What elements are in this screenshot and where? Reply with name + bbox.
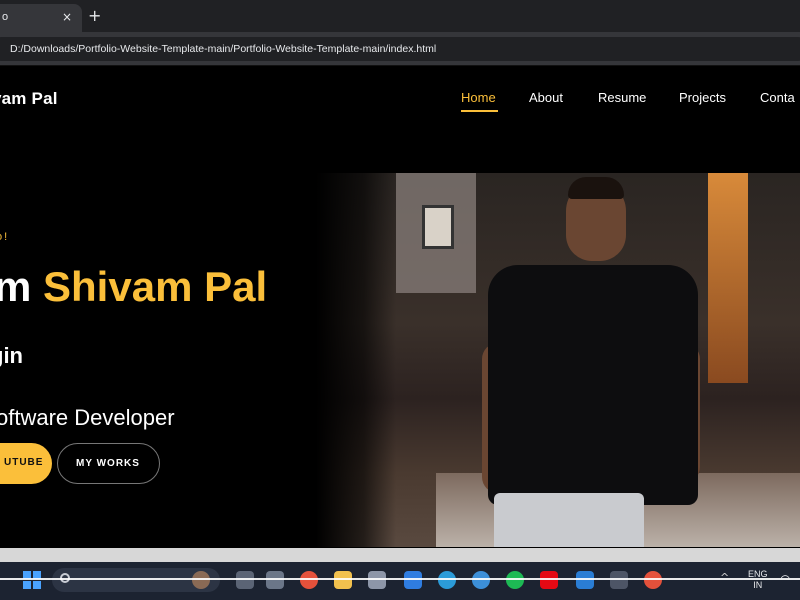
- youtube-button[interactable]: UTUBE: [0, 443, 52, 484]
- file-explorer-icon[interactable]: [334, 571, 352, 589]
- hero-name-prefix: m: [0, 263, 32, 310]
- nav-resume[interactable]: Resume: [598, 90, 646, 105]
- region-code: IN: [753, 580, 763, 590]
- photo-person-hair: [568, 177, 624, 199]
- hero-subtitle-1: gin: [0, 343, 23, 368]
- widgets-icon[interactable]: [266, 571, 284, 589]
- browser-toolbar: D:/Downloads/Portfolio-Website-Template-…: [0, 32, 800, 66]
- outlook-icon[interactable]: [404, 571, 422, 589]
- tab-title: o: [2, 11, 9, 23]
- hero-name-main: Shivam Pal: [43, 263, 268, 310]
- nav-contact[interactable]: Conta: [760, 90, 795, 105]
- close-icon[interactable]: ×: [62, 10, 72, 24]
- chevron-up-icon[interactable]: ^: [720, 571, 729, 584]
- address-bar[interactable]: D:/Downloads/Portfolio-Website-Template-…: [0, 37, 800, 61]
- my-works-button-label: MY WORKS: [76, 458, 140, 469]
- photo-window-light: [708, 173, 748, 383]
- notepad-icon[interactable]: [610, 571, 628, 589]
- browser-icon[interactable]: [472, 571, 490, 589]
- wifi-icon[interactable]: ◠: [780, 572, 790, 586]
- photo-person-body: [488, 265, 698, 505]
- photo-wall-frame: [422, 205, 454, 249]
- nav-home[interactable]: Home: [461, 90, 496, 105]
- nav-projects[interactable]: Projects: [679, 90, 726, 105]
- nav-about[interactable]: About: [529, 90, 563, 105]
- my-works-button[interactable]: MY WORKS: [57, 443, 160, 484]
- language-code: ENG: [748, 569, 768, 579]
- hero-greeting: o!: [0, 231, 10, 243]
- browser-tab-strip: o × +: [0, 0, 800, 32]
- url-text[interactable]: D:/Downloads/Portfolio-Website-Template-…: [10, 43, 436, 55]
- hero-photo: [316, 173, 800, 547]
- edge-icon[interactable]: [438, 571, 456, 589]
- language-indicator[interactable]: ENG IN: [748, 569, 768, 591]
- video-progress-line: [0, 578, 800, 580]
- page-viewport: vam Pal Home About Resume Projects Conta…: [0, 67, 800, 547]
- chrome-icon-2[interactable]: [644, 571, 662, 589]
- chrome-icon[interactable]: [300, 571, 318, 589]
- nav-active-underline: [461, 110, 498, 112]
- hero-name: m Shivam Pal: [0, 263, 267, 311]
- start-icon[interactable]: [23, 571, 41, 589]
- netflix-icon[interactable]: [540, 571, 558, 589]
- site-logo[interactable]: vam Pal: [0, 89, 58, 109]
- photo-fade: [316, 173, 396, 547]
- store-icon[interactable]: [368, 571, 386, 589]
- task-view-icon[interactable]: [236, 571, 254, 589]
- hero-subtitle-2: oftware Developer: [0, 405, 175, 430]
- avatar-icon[interactable]: [192, 571, 210, 589]
- spotify-icon[interactable]: [506, 571, 524, 589]
- youtube-button-label: UTUBE: [4, 457, 44, 468]
- photo-person-legs: [494, 493, 644, 547]
- browser-tab[interactable]: o ×: [0, 4, 82, 32]
- browser-bottom-edge: [0, 548, 800, 562]
- new-tab-icon[interactable]: +: [88, 6, 101, 25]
- vscode-icon[interactable]: [576, 571, 594, 589]
